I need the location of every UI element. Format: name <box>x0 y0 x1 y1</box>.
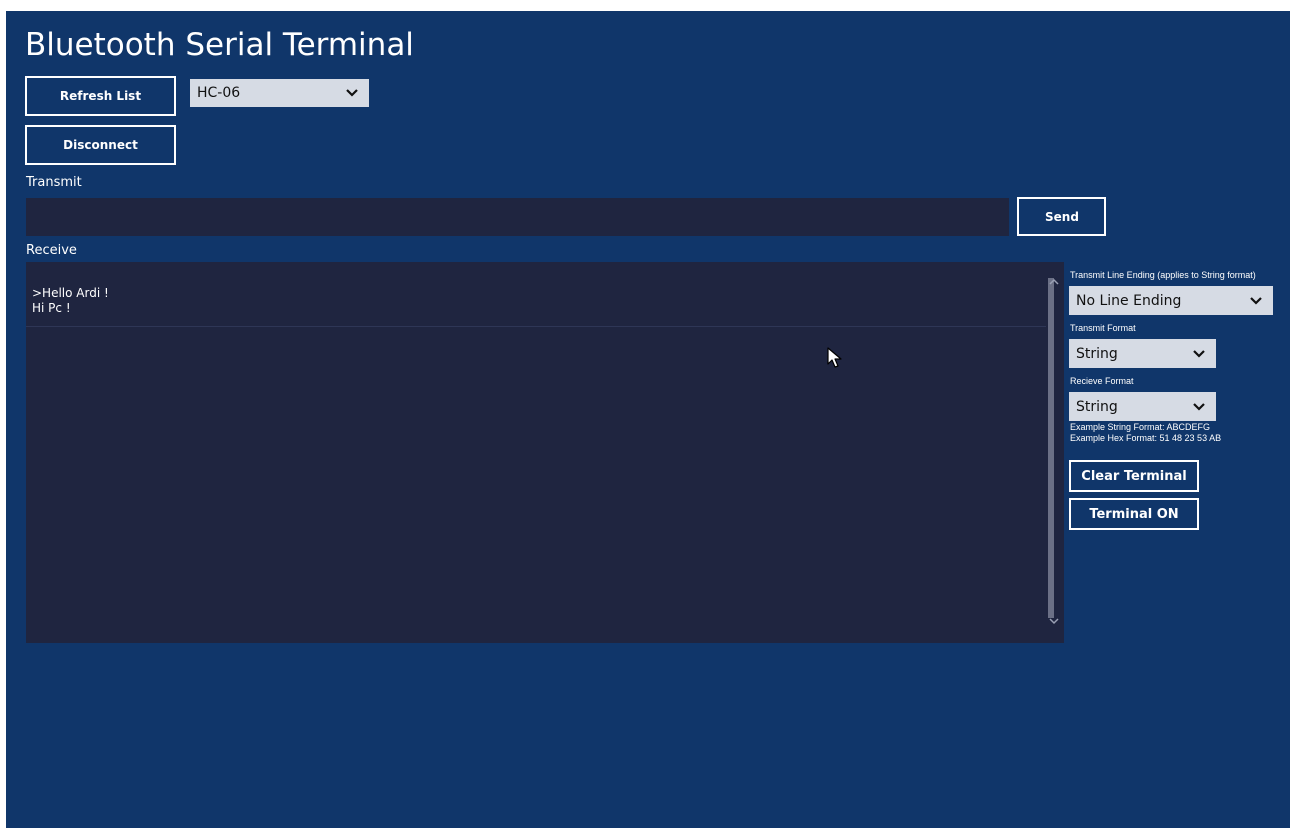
app-window: Bluetooth Serial Terminal Refresh List H… <box>6 11 1290 828</box>
line-ending-select[interactable]: No Line Ending <box>1069 286 1273 315</box>
device-select-value: HC-06 <box>197 85 241 101</box>
terminal-toggle-label: Terminal ON <box>1089 506 1179 522</box>
device-select[interactable]: HC-06 <box>190 79 369 107</box>
receive-label: Receive <box>26 243 77 258</box>
mouse-pointer-icon <box>827 347 843 369</box>
terminal-toggle-button[interactable]: Terminal ON <box>1069 498 1199 530</box>
line-ending-label: Transmit Line Ending (applies to String … <box>1070 270 1256 280</box>
receive-text: >Hello Ardi ! Hi Pc ! <box>32 286 109 315</box>
transmit-format-label: Transmit Format <box>1070 323 1136 333</box>
example-hex-format: Example Hex Format: 51 48 23 53 AB <box>1070 433 1222 443</box>
receive-output[interactable]: >Hello Ardi ! Hi Pc ! <box>26 262 1064 643</box>
chevron-down-icon <box>1192 347 1206 361</box>
send-button[interactable]: Send <box>1017 197 1106 236</box>
receive-divider <box>26 326 1046 327</box>
transmit-format-value: String <box>1076 345 1118 362</box>
receive-format-value: String <box>1076 398 1118 415</box>
refresh-list-label: Refresh List <box>59 89 142 103</box>
transmit-input[interactable] <box>26 198 1009 236</box>
receive-format-select[interactable]: String <box>1069 392 1216 421</box>
send-label: Send <box>1045 209 1079 224</box>
chevron-down-icon <box>345 86 359 100</box>
chevron-down-icon <box>1192 400 1206 414</box>
refresh-list-button[interactable]: Refresh List <box>25 76 176 116</box>
receive-scroll-thumb[interactable] <box>1048 278 1054 618</box>
scroll-up-arrow-icon[interactable] <box>1046 274 1062 288</box>
disconnect-label: Disconnect <box>63 138 138 152</box>
chevron-down-icon <box>1249 294 1263 308</box>
clear-terminal-button[interactable]: Clear Terminal <box>1069 460 1199 492</box>
disconnect-button[interactable]: Disconnect <box>25 125 176 165</box>
transmit-label: Transmit <box>26 175 82 190</box>
page-title: Bluetooth Serial Terminal <box>25 27 414 63</box>
line-ending-value: No Line Ending <box>1076 292 1182 309</box>
example-string-format: Example String Format: ABCDEFG <box>1070 422 1211 432</box>
clear-terminal-label: Clear Terminal <box>1081 468 1187 484</box>
receive-format-label: Recieve Format <box>1070 376 1134 386</box>
transmit-format-select[interactable]: String <box>1069 339 1216 368</box>
scroll-down-arrow-icon[interactable] <box>1046 614 1062 628</box>
